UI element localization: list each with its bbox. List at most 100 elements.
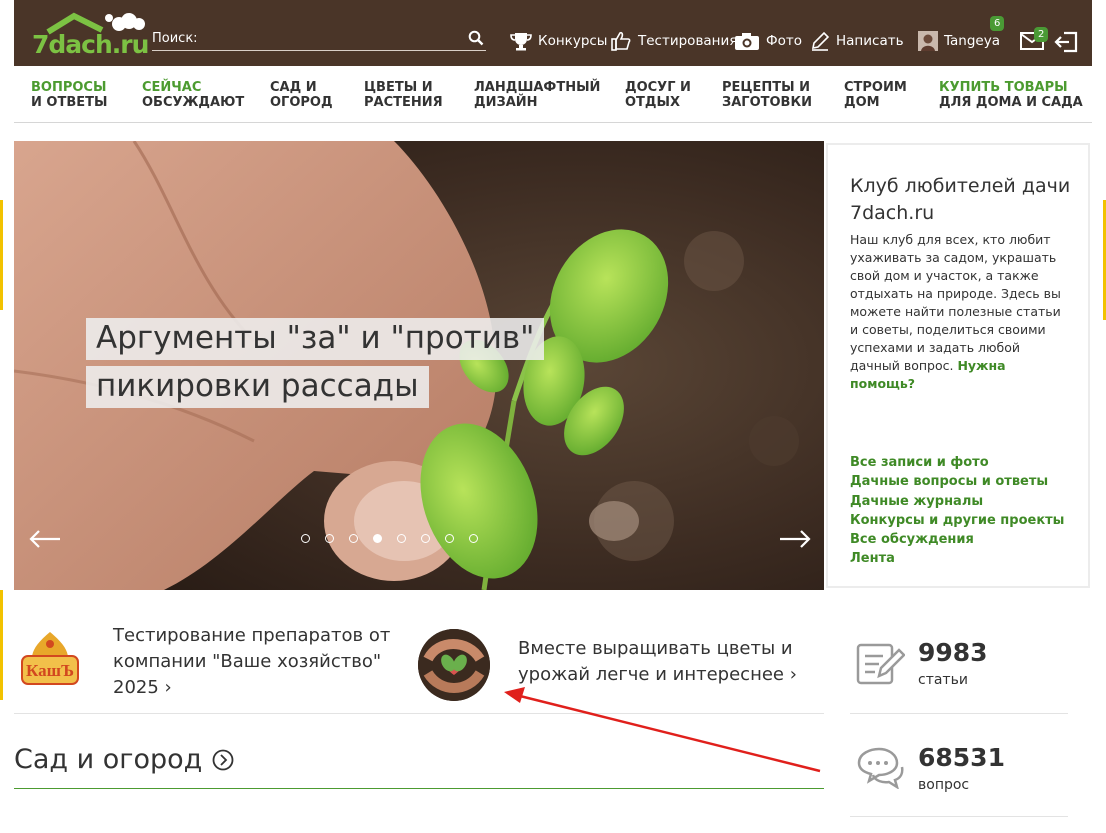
slider-dot[interactable] <box>325 534 334 543</box>
nav-building[interactable]: Строим дом <box>844 80 907 110</box>
slider-dot[interactable] <box>349 534 358 543</box>
nav-contests-label: Конкурсы <box>538 33 608 49</box>
nav-item-line2: растения <box>364 95 443 110</box>
link-contests[interactable]: Конкурсы и другие проекты <box>850 511 1064 530</box>
slider-dot[interactable] <box>469 534 478 543</box>
nav-recipes[interactable]: Рецепты и заготовки <box>722 80 812 110</box>
nav-flowers[interactable]: Цветы и растения <box>364 80 443 110</box>
left-yellow-accent-2 <box>0 590 3 700</box>
nav-tests-label: Тестирования <box>638 33 738 49</box>
promo-grow-together-text: Вместе выращивать цветы и урожай легче и… <box>518 638 793 685</box>
right-page-margin <box>1092 0 1106 818</box>
nav-item-line1: Вопросы <box>31 80 107 95</box>
promo-row: КашЪ Тестирование препаратов от компании… <box>14 614 824 714</box>
nav-item-line2: дизайн <box>474 95 538 110</box>
nav-shop[interactable]: Купить товары для дома и сада <box>939 80 1083 110</box>
nav-tests[interactable]: Тестирования <box>610 30 737 52</box>
notifications-badge: 6 <box>990 16 1005 31</box>
promo-grow-together-link[interactable]: Вместе выращивать цветы и урожай легче и… <box>518 636 818 688</box>
chevron-right-icon: › <box>783 664 797 685</box>
pencil-icon <box>811 31 830 51</box>
nav-landscape[interactable]: Ландшафтный дизайн <box>474 80 600 110</box>
link-journals[interactable]: Дачные журналы <box>850 492 1064 511</box>
stat-questions[interactable]: 68531 вопрос <box>850 743 1068 833</box>
nav-item-line1: Ландшафтный <box>474 80 601 95</box>
link-qa[interactable]: Дачные вопросы и ответы <box>850 472 1064 491</box>
circle-chevron-right-icon[interactable] <box>212 749 234 771</box>
hero-title-line-2: пикировки рассады <box>86 366 429 408</box>
hero-slider[interactable]: Аргументы "за" и "против" пикировки расс… <box>14 141 824 590</box>
stat-articles-label: статьи <box>918 672 968 688</box>
stat-questions-value: 68531 <box>918 743 1005 772</box>
nav-item-line2: дом <box>844 95 880 110</box>
nav-item-line2: заготовки <box>722 95 812 110</box>
nav-photo-label: Фото <box>766 33 803 49</box>
section-garden-heading[interactable]: Сад и огород <box>14 744 234 775</box>
trophy-icon <box>510 33 532 51</box>
grow-together-image[interactable] <box>418 629 490 701</box>
link-feed[interactable]: Лента <box>850 549 1064 568</box>
nav-item-line1: Строим <box>844 80 907 95</box>
nav-item-line2: огород <box>270 95 333 110</box>
chat-bubbles-icon <box>857 747 904 789</box>
avatar <box>918 31 938 51</box>
site-logo[interactable]: 7dach.ru <box>30 8 150 60</box>
kash-brand-logo[interactable]: КашЪ <box>18 628 82 694</box>
search-icon[interactable] <box>468 30 484 46</box>
user-profile-link[interactable]: Tangeya <box>918 30 1000 52</box>
nav-item-line1: Цветы и <box>364 80 433 95</box>
kash-logo-text: КашЪ <box>26 661 74 680</box>
slider-dot-active[interactable] <box>373 534 382 543</box>
nav-item-line1: Досуг и <box>625 80 691 95</box>
hero-title[interactable]: Аргументы "за" и "против" пикировки расс… <box>86 318 545 414</box>
nav-garden[interactable]: Сад и огород <box>270 80 333 110</box>
club-description: Наш клуб для всех, кто любит ухаживать з… <box>850 231 1072 393</box>
main-navigation: Вопросы и ответы Сейчас обсуждают Сад и … <box>14 66 1092 123</box>
nav-item-line1: Сад и <box>270 80 317 95</box>
prev-slide-arrow-icon[interactable] <box>28 529 62 549</box>
nav-item-line2: для дома и сада <box>939 95 1083 110</box>
nav-item-line2: отдых <box>625 95 680 110</box>
stat-articles-value: 9983 <box>918 638 988 667</box>
nav-questions-answers[interactable]: Вопросы и ответы <box>31 80 107 110</box>
promo-testing-text: Тестирование препаратов от компании "Ваш… <box>113 625 391 698</box>
nav-item-line1: Рецепты и <box>722 80 810 95</box>
next-slide-arrow-icon[interactable] <box>778 529 812 549</box>
stats-divider <box>850 713 1068 714</box>
left-yellow-accent <box>0 200 3 310</box>
club-info-panel: Клуб любителей дачи 7dach.ru Наш клуб дл… <box>826 143 1090 588</box>
link-all-posts[interactable]: Все записи и фото <box>850 453 1064 472</box>
thumbs-up-icon <box>611 31 631 51</box>
hero-title-line-1: Аргументы "за" и "против" <box>86 318 545 360</box>
search-input[interactable]: Поиск: <box>152 28 486 51</box>
nav-item-line2: обсуждают <box>142 95 245 110</box>
nav-contests[interactable]: Конкурсы <box>510 30 607 52</box>
camera-icon <box>735 33 759 50</box>
nav-item-line1: Сейчас <box>142 80 202 95</box>
slider-dot[interactable] <box>397 534 406 543</box>
logo-text: 7dach.ru <box>32 30 149 59</box>
link-discussions[interactable]: Все обсуждения <box>850 530 1064 549</box>
slider-dots <box>301 534 478 543</box>
section-divider <box>14 788 824 789</box>
nav-now-discussing[interactable]: Сейчас обсуждают <box>142 80 244 110</box>
stat-articles[interactable]: 9983 статьи <box>850 638 1068 728</box>
club-description-text: Наш клуб для всех, кто любит ухаживать з… <box>850 232 1061 373</box>
stats-divider-bottom <box>850 816 1068 817</box>
club-links-list: Все записи и фото Дачные вопросы и ответ… <box>850 453 1064 569</box>
promo-testing-link[interactable]: Тестирование препаратов от компании "Ваш… <box>113 623 403 701</box>
slider-dot[interactable] <box>445 534 454 543</box>
chevron-right-icon: › <box>158 677 172 698</box>
slider-dot[interactable] <box>301 534 310 543</box>
edit-note-icon <box>856 643 905 685</box>
nav-write[interactable]: Написать <box>810 30 904 52</box>
nav-leisure[interactable]: Досуг и отдых <box>625 80 691 110</box>
stat-questions-label: вопрос <box>918 777 970 793</box>
club-title: Клуб любителей дачи 7dach.ru <box>850 175 1071 224</box>
nav-write-label: Написать <box>836 33 904 49</box>
nav-item-line1: Купить товары <box>939 80 1068 95</box>
section-title-text: Сад и огород <box>14 744 203 775</box>
nav-photo[interactable]: Фото <box>734 30 802 52</box>
logout-icon[interactable] <box>1054 31 1078 53</box>
slider-dot[interactable] <box>421 534 430 543</box>
